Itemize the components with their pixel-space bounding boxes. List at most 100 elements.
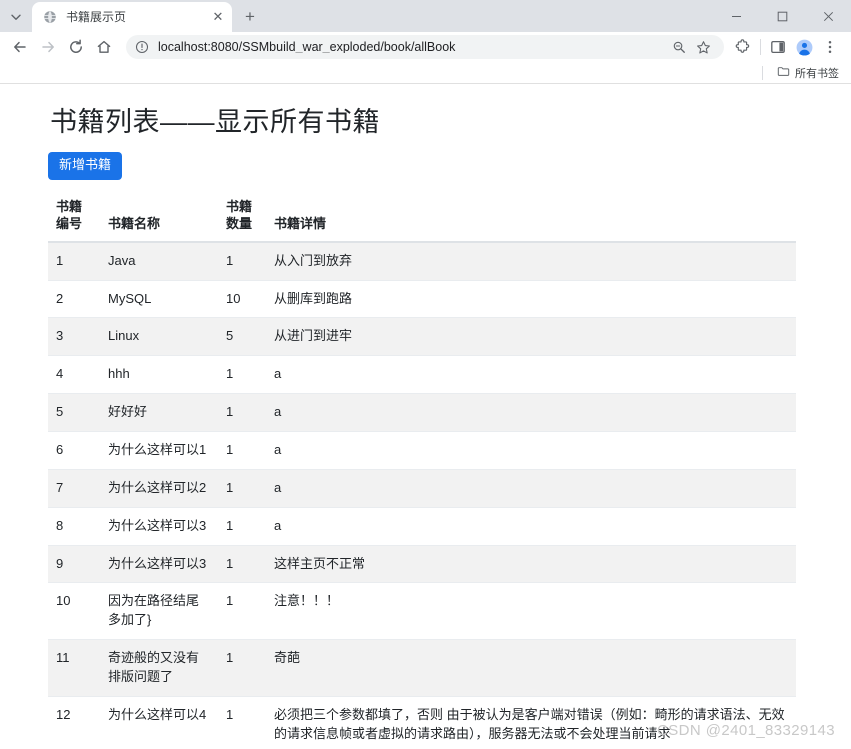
table-row: 10 因为在路径结尾多加了} 1 注意！！！ (48, 582, 796, 640)
zoom-icon[interactable] (668, 36, 690, 58)
book-count-cell: 1 (218, 431, 266, 470)
book-name-cell: 为什么这样可以3 (100, 544, 218, 583)
profile-avatar-icon[interactable] (791, 34, 817, 60)
book-name-cell: MySQL (100, 279, 218, 318)
all-bookmarks-button[interactable]: 所有书签 (773, 63, 843, 83)
book-id-cell: 9 (48, 544, 100, 583)
book-id-cell: 6 (48, 431, 100, 470)
book-detail-cell: 奇葩 (266, 639, 796, 697)
browser-window: 书籍展示页 ✕ + localhost:8080/SSMbuild_war_ex… (0, 0, 851, 749)
book-detail-cell: 从入门到放弃 (266, 241, 796, 281)
book-id-cell: 4 (48, 355, 100, 394)
folder-icon (777, 65, 795, 81)
page-viewport: 书籍列表——显示所有书籍 新增书籍 书籍 编号 书籍名称 书籍 数量 书籍详情 … (0, 84, 851, 749)
book-name-cell: Java (100, 241, 218, 281)
tab-close-icon[interactable]: ✕ (210, 9, 226, 25)
site-info-icon[interactable] (134, 39, 150, 55)
book-id-cell: 10 (48, 582, 100, 640)
book-detail-cell: 从删库到跑路 (266, 279, 796, 318)
star-icon[interactable] (692, 36, 714, 58)
table-row: 2 MySQL 10 从删库到跑路 (48, 279, 796, 318)
globe-favicon (42, 9, 58, 25)
book-id-cell: 12 (48, 695, 100, 749)
tab-title: 书籍展示页 (66, 11, 127, 23)
minimize-button[interactable] (713, 0, 759, 32)
table-row: 6 为什么这样可以1 1 a (48, 431, 796, 470)
omnibox-actions (666, 36, 714, 58)
reload-icon[interactable] (62, 33, 90, 61)
book-name-cell: hhh (100, 355, 218, 394)
watermark: CSDN @2401_83329143 (657, 722, 835, 739)
book-name-cell: 为什么这样可以4 (100, 695, 218, 749)
back-icon[interactable] (6, 33, 34, 61)
maximize-button[interactable] (759, 0, 805, 32)
browser-toolbar: localhost:8080/SSMbuild_war_exploded/boo… (0, 32, 851, 62)
book-id-cell: 1 (48, 241, 100, 281)
table-row: 8 为什么这样可以3 1 a (48, 506, 796, 546)
table-row: 11 奇迹般的又没有排版问题了 1 奇葩 (48, 639, 796, 697)
book-name-cell: 为什么这样可以3 (100, 506, 218, 546)
address-bar[interactable]: localhost:8080/SSMbuild_war_exploded/boo… (126, 35, 724, 59)
book-id-cell: 2 (48, 279, 100, 318)
book-table: 书籍 编号 书籍名称 书籍 数量 书籍详情 1 Java 1 从入门到放弃 2 … (48, 193, 796, 749)
book-count-cell: 1 (218, 506, 266, 546)
close-button[interactable] (805, 0, 851, 32)
tab-strip: 书籍展示页 ✕ + (0, 0, 851, 32)
header-line-2: 编号 (56, 216, 83, 232)
header-line-2: 书籍详情 (274, 216, 327, 232)
forward-icon[interactable] (34, 33, 62, 61)
book-count-cell: 1 (218, 355, 266, 394)
book-count-cell: 1 (218, 695, 266, 749)
book-id-cell: 5 (48, 393, 100, 432)
book-id-cell: 3 (48, 317, 100, 356)
book-id-cell: 11 (48, 639, 100, 697)
browser-tab[interactable]: 书籍展示页 ✕ (32, 2, 232, 32)
book-count-cell: 10 (218, 279, 266, 318)
extensions-puzzle-icon[interactable] (730, 34, 756, 60)
column-header-book-count: 书籍 数量 (218, 193, 266, 243)
url-text[interactable]: localhost:8080/SSMbuild_war_exploded/boo… (158, 41, 666, 54)
book-count-cell: 1 (218, 544, 266, 583)
column-header-book-id: 书籍 编号 (48, 193, 100, 243)
table-row: 4 hhh 1 a (48, 355, 796, 394)
add-book-button[interactable]: 新增书籍 (48, 151, 123, 180)
book-id-cell: 7 (48, 468, 100, 508)
book-table-head: 书籍 编号 书籍名称 书籍 数量 书籍详情 (48, 193, 796, 243)
bookmarks-bar: 所有书签 (0, 62, 851, 84)
book-detail-cell: 这样主页不正常 (266, 544, 796, 583)
side-panel-icon[interactable] (765, 34, 791, 60)
book-count-cell: 1 (218, 639, 266, 697)
book-count-cell: 5 (218, 317, 266, 356)
book-name-cell: 为什么这样可以2 (100, 468, 218, 508)
book-count-cell: 1 (218, 468, 266, 508)
tab-search-icon[interactable] (2, 4, 30, 30)
column-header-book-name: 书籍名称 (100, 193, 218, 243)
table-row: 3 Linux 5 从进门到进牢 (48, 317, 796, 356)
header-line-1: 书籍 (56, 198, 83, 214)
header-line-2: 书籍名称 (108, 216, 161, 232)
book-count-cell: 1 (218, 393, 266, 432)
book-name-cell: 好好好 (100, 393, 218, 432)
book-detail-cell: 从进门到进牢 (266, 317, 796, 356)
all-bookmarks-label: 所有书签 (795, 67, 839, 80)
book-count-cell: 1 (218, 241, 266, 281)
window-controls (713, 0, 851, 32)
page-container: 书籍列表——显示所有书籍 新增书籍 书籍 编号 书籍名称 书籍 数量 书籍详情 … (0, 84, 851, 749)
home-icon[interactable] (90, 33, 118, 61)
book-detail-cell: a (266, 506, 796, 546)
page-title: 书籍列表——显示所有书籍 (50, 107, 380, 137)
book-detail-cell: a (266, 431, 796, 470)
book-table-body: 1 Java 1 从入门到放弃 2 MySQL 10 从删库到跑路 3 Linux 5 从进门到进牢 4… (48, 241, 796, 749)
book-name-cell: 奇迹般的又没有排版问题了 (100, 639, 218, 697)
table-row: 7 为什么这样可以2 1 a (48, 468, 796, 508)
book-detail-cell: a (266, 468, 796, 508)
column-header-book-detail: 书籍详情 (266, 193, 796, 243)
three-dot-menu-icon[interactable] (817, 34, 843, 60)
book-detail-cell: a (266, 355, 796, 394)
book-detail-cell: a (266, 393, 796, 432)
new-tab-button[interactable]: + (236, 3, 264, 31)
bookmarks-divider (762, 65, 763, 80)
book-detail-cell: 注意！！！ (266, 582, 796, 640)
toolbar-divider (760, 39, 761, 55)
header-line-2: 数量 (226, 216, 253, 232)
